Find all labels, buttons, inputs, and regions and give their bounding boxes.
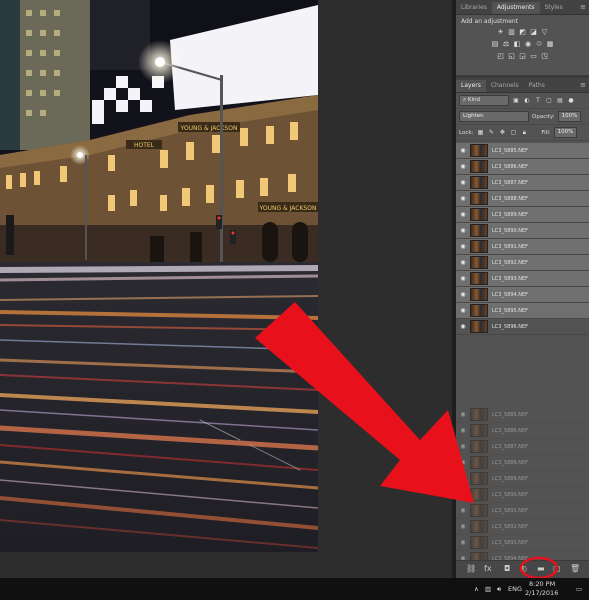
notifications-icon[interactable]: ▭ [576, 585, 582, 593]
tray-chevron-icon[interactable]: ∧ [474, 585, 479, 593]
annotation-overlay [255, 302, 559, 580]
language-indicator[interactable]: ENG [508, 585, 522, 593]
volume-icon[interactable]: 🔊︎ [497, 585, 501, 594]
red-circle-annotation [519, 556, 559, 580]
windows-taskbar: ∧ ▥ 🔊︎ ENG 8:20 PM 2/17/2016 ▭ [0, 578, 589, 600]
red-arrow-annotation [255, 302, 474, 503]
clock-time[interactable]: 8:20 PM [529, 580, 555, 588]
photoshop-window: YOUNG & JACKSON HOTEL YOUNG & JACKSON Li… [0, 0, 589, 600]
clock-date[interactable]: 2/17/2016 [525, 589, 558, 597]
network-icon[interactable]: ▥ [485, 585, 491, 593]
